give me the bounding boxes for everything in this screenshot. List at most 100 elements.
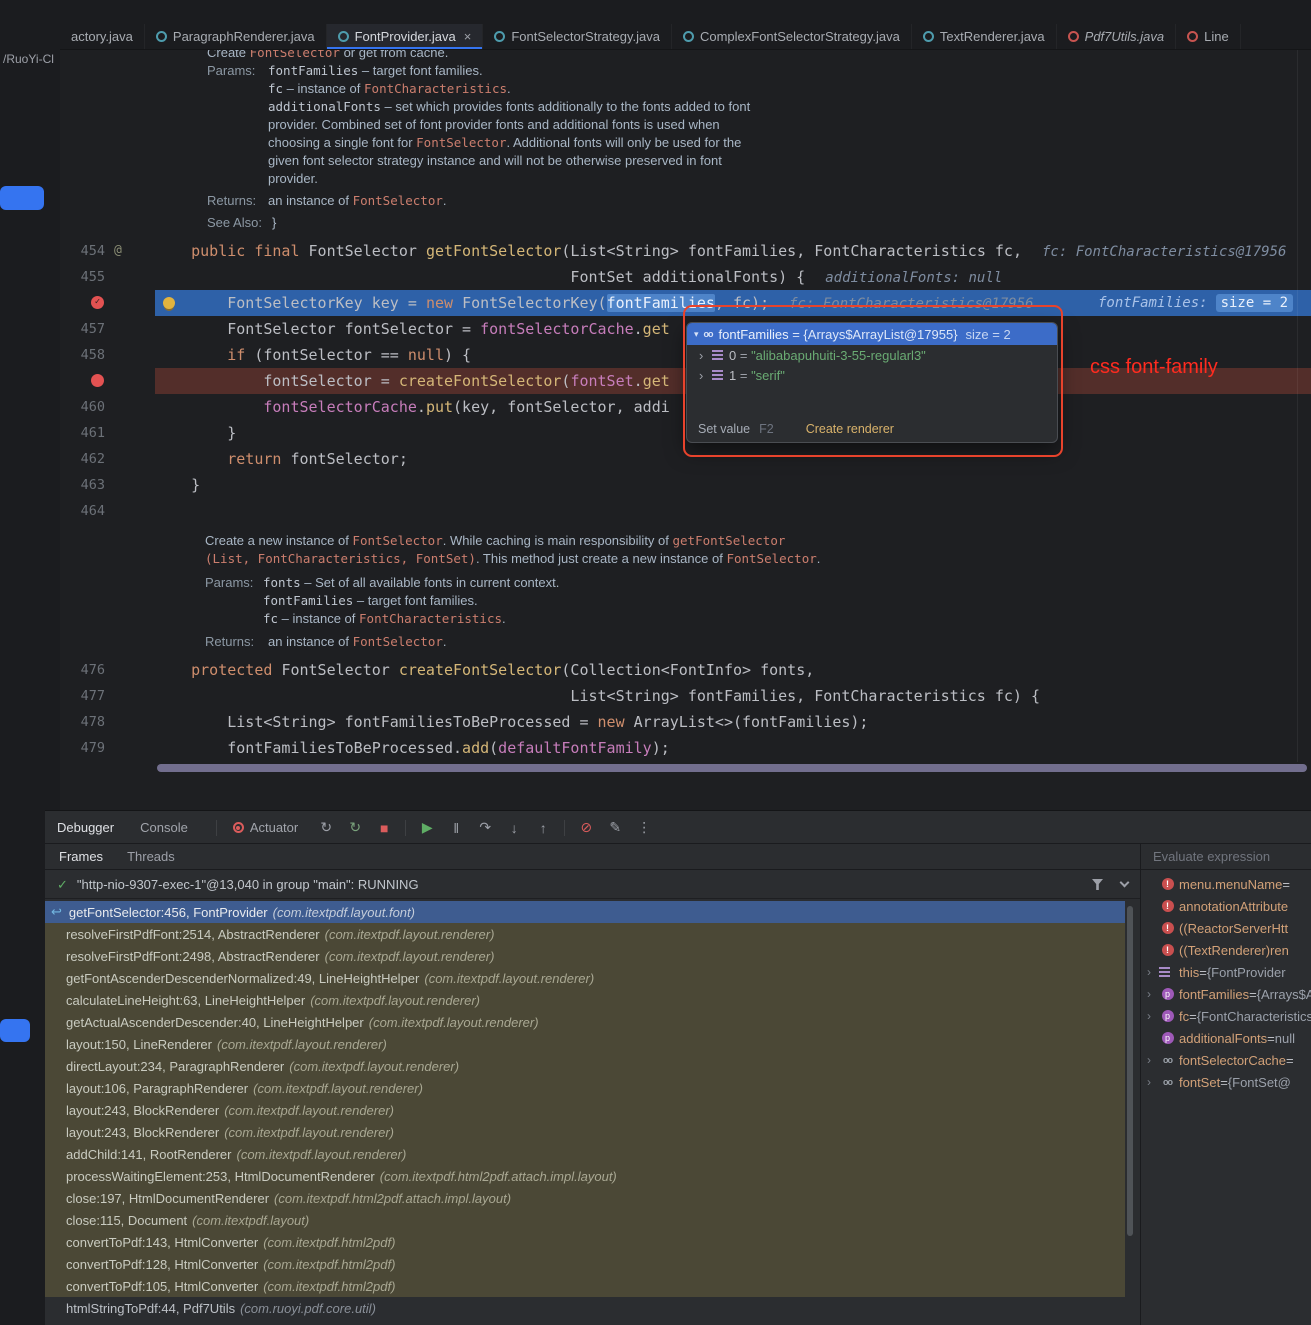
watch-row[interactable]: !menu.menuName = <box>1141 873 1311 895</box>
editor-tab[interactable]: Pdf7Utils.java <box>1057 24 1176 49</box>
watch-row[interactable]: ›pfontFamilies = {Arrays$ArrayList@17955… <box>1141 983 1311 1005</box>
watch-row[interactable]: ›this = {FontProvider <box>1141 961 1311 983</box>
array-element-icon <box>712 370 723 380</box>
stack-frame-row[interactable]: convertToPdf:105, HtmlConverter(com.itex… <box>45 1275 1125 1297</box>
tab-frames[interactable]: Frames <box>59 849 103 864</box>
chevron-right-icon[interactable]: › <box>1147 1009 1160 1023</box>
stack-frame-row[interactable]: calculateLineHeight:63, LineHeightHelper… <box>45 989 1125 1011</box>
resume-icon[interactable]: ▶ <box>419 819 435 836</box>
class-icon <box>923 31 934 42</box>
intention-bulb-icon[interactable] <box>163 297 175 309</box>
popup-header-row[interactable]: ▾ oo fontFamilies = {Arrays$ArrayList@17… <box>687 323 1057 345</box>
editor-tab[interactable]: Line <box>1176 24 1241 49</box>
stack-frame-row[interactable]: close:115, Document(com.itextpdf.layout) <box>45 1209 1125 1231</box>
debugger-inline-popup[interactable]: ▾ oo fontFamilies = {Arrays$ArrayList@17… <box>686 322 1058 443</box>
editor-tab[interactable]: actory.java <box>60 24 145 49</box>
watch-row[interactable]: !annotationAttribute <box>1141 895 1311 917</box>
chevron-right-icon[interactable]: › <box>1147 987 1160 1001</box>
toolwindow-stripe-highlight[interactable] <box>0 186 44 210</box>
popup-array-item[interactable]: ›1 = "serif" <box>687 365 1057 385</box>
code-editor[interactable]: Create FontSelector or get from cache.Pa… <box>60 50 1311 810</box>
toolwindow-stripe-highlight-2[interactable] <box>0 1019 30 1042</box>
stack-frame-row[interactable]: ↩getFontSelector:456, FontProvider(com.i… <box>45 901 1125 923</box>
stack-frame-row[interactable]: layout:106, ParagraphRenderer(com.itextp… <box>45 1077 1125 1099</box>
popup-array-item[interactable]: ›0 = "alibabapuhuiti-3-55-regularl3" <box>687 345 1057 365</box>
close-icon[interactable]: × <box>464 30 472 43</box>
stack-frame-row[interactable]: convertToPdf:143, HtmlConverter(com.itex… <box>45 1231 1125 1253</box>
set-value-action[interactable]: Set value <box>698 422 750 436</box>
tab-debugger[interactable]: Debugger <box>57 820 114 835</box>
right-margin-guide <box>1297 50 1298 762</box>
rerun-failed-tests-icon[interactable]: ↻ <box>347 819 363 836</box>
gutter-icon-slot <box>105 394 155 420</box>
gutter-icon-slot <box>105 709 155 735</box>
stack-frame-row[interactable]: htmlStringToPdf:44, Pdf7Utils(com.ruoyi.… <box>45 1297 1125 1319</box>
stack-frame-row[interactable]: getActualAscenderDescender:40, LineHeigh… <box>45 1011 1125 1033</box>
watch-row[interactable]: !((ReactorServerHtt <box>1141 917 1311 939</box>
pause-icon[interactable]: ‖ <box>448 820 464 836</box>
gutter-icon-slot <box>105 735 155 761</box>
tab-actuator[interactable]: Actuator <box>250 820 298 835</box>
stack-frame-row[interactable]: addChild:141, RootRenderer(com.itextpdf.… <box>45 1143 1125 1165</box>
chevron-right-icon[interactable]: › <box>1147 1053 1160 1067</box>
stack-frame-row[interactable]: layout:243, BlockRenderer(com.itextpdf.l… <box>45 1099 1125 1121</box>
tab-console[interactable]: Console <box>140 820 188 835</box>
left-toolwindow-stripe: /RuoYi-Cl <box>0 0 60 810</box>
watch-row[interactable]: ›pfc = {FontCharacteristics@17956} <box>1141 1005 1311 1027</box>
step-into-icon[interactable]: ↓ <box>506 820 522 836</box>
line-number: 477 <box>60 683 105 709</box>
class-icon <box>156 31 167 42</box>
param-icon: p <box>1160 1032 1175 1044</box>
settings-pencil-icon[interactable]: ✎ <box>607 819 623 836</box>
error-icon: ! <box>1160 900 1175 912</box>
stack-frame-row[interactable]: convertToPdf:128, HtmlConverter(com.itex… <box>45 1253 1125 1275</box>
watch-row[interactable]: ›oofontSet = {FontSet@ <box>1141 1071 1311 1093</box>
rerun-icon[interactable]: ↻ <box>318 819 334 836</box>
stack-frame-row[interactable]: getFontAscenderDescenderNormalized:49, L… <box>45 967 1125 989</box>
divider <box>405 820 406 836</box>
watch-row[interactable]: ›oofontSelectorCache = <box>1141 1049 1311 1071</box>
class-icon <box>1068 31 1079 42</box>
stack-frame-row[interactable]: resolveFirstPdfFont:2498, AbstractRender… <box>45 945 1125 967</box>
chevron-right-icon[interactable]: › <box>699 348 712 363</box>
frames-scrollbar[interactable] <box>1127 906 1133 1236</box>
breakpoint-icon[interactable] <box>91 374 104 387</box>
stack-frame-row[interactable]: resolveFirstPdfFont:2514, AbstractRender… <box>45 923 1125 945</box>
doc-comment-line: given font selector strategy instance an… <box>60 152 1311 170</box>
tab-threads[interactable]: Threads <box>127 849 175 864</box>
watch-row[interactable]: padditionalFonts = null <box>1141 1027 1311 1049</box>
stack-frame-row[interactable]: processWaitingElement:253, HtmlDocumentR… <box>45 1165 1125 1187</box>
more-icon[interactable]: ⋮ <box>636 819 652 836</box>
stack-frame-row[interactable]: layout:150, LineRenderer(com.itextpdf.la… <box>45 1033 1125 1055</box>
breakpoint-icon[interactable]: ✓ <box>91 296 104 309</box>
mute-breakpoints-icon[interactable]: ⊘ <box>578 819 594 836</box>
editor-horizontal-scrollbar[interactable] <box>157 764 1307 772</box>
evaluate-expression-field[interactable]: Evaluate expression <box>1141 844 1311 870</box>
watch-row[interactable]: !((TextRenderer)ren <box>1141 939 1311 961</box>
gutter-icon-slot <box>105 446 155 472</box>
stack-frame-row[interactable]: close:197, HtmlDocumentRenderer(com.itex… <box>45 1187 1125 1209</box>
step-over-icon[interactable]: ↷ <box>477 819 493 836</box>
stop-icon[interactable]: ■ <box>376 820 392 836</box>
watch-icon: oo <box>1160 1055 1175 1065</box>
create-renderer-action[interactable]: Create renderer <box>806 422 894 436</box>
editor-tab[interactable]: ComplexFontSelectorStrategy.java <box>672 24 912 49</box>
debug-toolbar: ↻ ↻ ■ ▶ ‖ ↷ ↓ ↑ ⊘ ✎ ⋮ <box>318 819 652 836</box>
editor-tab[interactable]: FontProvider.java× <box>327 24 484 49</box>
thread-selector[interactable]: ✓ "http-nio-9307-exec-1"@13,040 in group… <box>45 871 1140 899</box>
editor-tab[interactable]: FontSelectorStrategy.java <box>483 24 672 49</box>
stack-frame-row[interactable]: directLayout:234, ParagraphRenderer(com.… <box>45 1055 1125 1077</box>
filter-funnel-icon[interactable] <box>1092 879 1103 890</box>
chevron-right-icon[interactable]: › <box>699 368 712 383</box>
stack-frame-row[interactable]: layout:243, BlockRenderer(com.itextpdf.l… <box>45 1121 1125 1143</box>
step-out-icon[interactable]: ↑ <box>535 820 551 836</box>
editor-tab[interactable]: ParagraphRenderer.java <box>145 24 327 49</box>
chevron-down-icon[interactable] <box>1120 878 1130 888</box>
chevron-right-icon[interactable]: › <box>1147 1075 1160 1089</box>
class-icon <box>1187 31 1198 42</box>
tab-label: Pdf7Utils.java <box>1085 29 1164 44</box>
line-number: 461 <box>60 420 105 446</box>
chevron-down-icon[interactable]: ▾ <box>694 329 699 340</box>
tab-label: ParagraphRenderer.java <box>173 29 315 44</box>
editor-tab[interactable]: TextRenderer.java <box>912 24 1057 49</box>
